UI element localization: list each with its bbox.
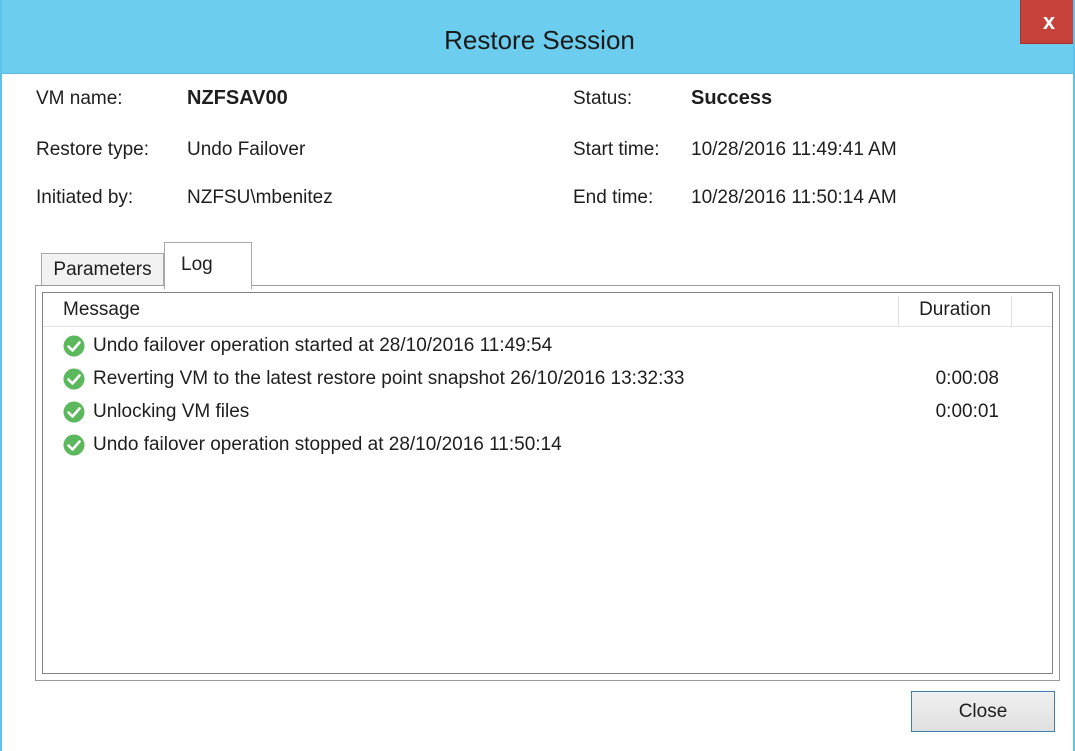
log-row[interactable]: Undo failover operation started at 28/10… bbox=[43, 329, 1052, 362]
initiated-by-label: Initiated by: bbox=[36, 187, 134, 208]
success-check-icon bbox=[63, 335, 85, 357]
title-bar[interactable]: Restore Session x bbox=[2, 0, 1073, 74]
end-time-label: End time: bbox=[573, 187, 654, 208]
column-header-message[interactable]: Message bbox=[63, 293, 140, 327]
success-check-icon bbox=[63, 401, 85, 423]
log-row-duration: 0:00:08 bbox=[935, 368, 999, 389]
log-row[interactable]: Reverting VM to the latest restore point… bbox=[43, 362, 1052, 395]
close-button[interactable]: Close bbox=[911, 691, 1055, 732]
log-list[interactable]: Message Duration Undo failover operation… bbox=[42, 292, 1053, 674]
vm-name-label: VM name: bbox=[36, 88, 123, 109]
log-row-message: Undo failover operation stopped at 28/10… bbox=[93, 434, 562, 455]
log-list-header: Message Duration bbox=[43, 293, 1052, 327]
vm-name-value: NZFSAV00 bbox=[187, 87, 288, 109]
log-row-message: Unlocking VM files bbox=[93, 401, 250, 422]
end-time-value: 10/28/2016 11:50:14 AM bbox=[691, 187, 897, 208]
log-row-duration bbox=[899, 428, 1011, 461]
log-tab-panel: Message Duration Undo failover operation… bbox=[35, 285, 1060, 681]
success-check-icon bbox=[63, 368, 85, 390]
initiated-by-value: NZFSU\mbenitez bbox=[187, 187, 333, 208]
log-row[interactable]: Undo failover operation stopped at 28/10… bbox=[43, 428, 1052, 461]
tab-log[interactable]: Log bbox=[164, 242, 252, 289]
start-time-value: 10/28/2016 11:49:41 AM bbox=[691, 139, 897, 160]
log-row-duration: 0:00:01 bbox=[935, 401, 999, 422]
status-label: Status: bbox=[573, 88, 633, 109]
log-row-message: Undo failover operation started at 28/10… bbox=[93, 335, 553, 356]
status-value: Success bbox=[691, 87, 773, 109]
success-check-icon bbox=[63, 434, 85, 456]
tab-parameters[interactable]: Parameters bbox=[41, 253, 164, 287]
restore-type-value: Undo Failover bbox=[187, 139, 306, 160]
log-row[interactable]: Unlocking VM files 0:00:01 bbox=[43, 395, 1052, 428]
window-close-icon[interactable]: x bbox=[1020, 0, 1073, 44]
log-row-message: Reverting VM to the latest restore point… bbox=[93, 368, 685, 389]
restore-session-window: Restore Session x VM name: NZFSAV00 Rest… bbox=[0, 0, 1075, 751]
column-header-duration[interactable]: Duration bbox=[899, 293, 1011, 327]
start-time-label: Start time: bbox=[573, 139, 660, 160]
log-row-duration bbox=[899, 329, 1011, 362]
column-divider[interactable] bbox=[1011, 296, 1012, 326]
window-title: Restore Session bbox=[444, 25, 635, 55]
restore-type-label: Restore type: bbox=[36, 139, 149, 160]
